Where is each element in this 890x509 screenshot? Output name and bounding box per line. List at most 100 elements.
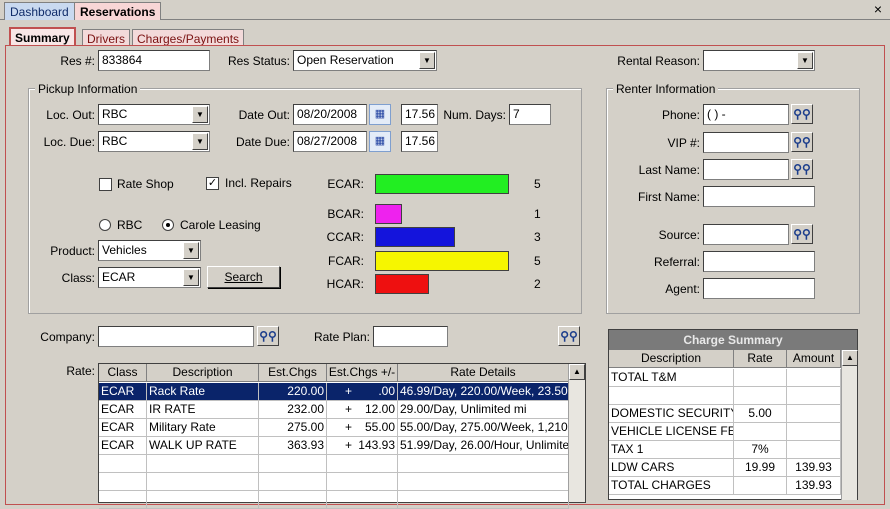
table-cell: 51.99/Day, 26.00/Hour, Unlimite — [398, 437, 569, 455]
agent-label: Agent: — [665, 282, 700, 296]
table-cell: 7% — [734, 441, 787, 459]
table-row[interactable]: ECAR IR RATE 232.00 +12.00 29.00/Day, Unlimi… — [99, 401, 569, 419]
charge-summary-scrollbar[interactable]: ▲ — [841, 350, 858, 500]
referral-field[interactable] — [703, 251, 815, 272]
table-cell: 220.00 — [259, 383, 327, 401]
table-row[interactable] — [99, 455, 569, 473]
rates-scrollbar[interactable]: ▲ — [568, 364, 585, 502]
table-row[interactable]: TOTAL T&M — [609, 369, 841, 387]
num-days-label: Num. Days: — [443, 108, 506, 122]
date-due-field[interactable]: 08/27/2008 — [293, 131, 367, 152]
chart-category-label: CCAR: — [326, 230, 364, 244]
class-select[interactable]: ECAR ▼ — [98, 267, 201, 288]
tab-reservations[interactable]: Reservations — [74, 2, 162, 20]
phone-field[interactable]: ( ) - — [703, 104, 789, 125]
radio-carole-leasing[interactable] — [162, 219, 174, 231]
table-row[interactable]: DOMESTIC SECURITY 5.00 — [609, 405, 841, 423]
chevron-down-icon[interactable]: ▼ — [183, 269, 199, 286]
table-cell: 29.00/Day, Unlimited mi — [398, 401, 569, 419]
column-header[interactable]: Amount — [787, 350, 841, 368]
last-name-field[interactable] — [703, 159, 789, 180]
chart-category-label: FCAR: — [328, 254, 364, 268]
product-value: Vehicles — [102, 243, 147, 257]
table-row[interactable]: TOTAL CHARGES 139.93 — [609, 477, 841, 495]
column-header[interactable]: Rate — [734, 350, 787, 368]
agent-field[interactable] — [703, 278, 815, 299]
table-cell — [609, 387, 734, 405]
res-status-value: Open Reservation — [297, 53, 394, 67]
loc-out-select[interactable]: RBC ▼ — [98, 104, 210, 125]
table-row[interactable] — [99, 491, 569, 509]
time-out-field[interactable]: 17.56 — [401, 104, 438, 125]
binoculars-icon[interactable]: ⚲⚲ — [791, 159, 813, 179]
chart-bar — [375, 204, 402, 224]
table-cell — [734, 369, 787, 387]
binoculars-icon[interactable]: ⚲⚲ — [257, 326, 279, 346]
chevron-down-icon[interactable]: ▼ — [183, 242, 199, 259]
column-header[interactable]: Rate Details — [398, 364, 569, 382]
incl-repairs-checkbox[interactable]: ✓ — [206, 177, 219, 190]
tab-summary[interactable]: Summary — [9, 27, 76, 47]
calendar-icon[interactable]: ▦ — [369, 131, 391, 152]
chevron-down-icon[interactable]: ▼ — [192, 106, 208, 123]
column-header[interactable]: Est.Chgs — [259, 364, 327, 382]
table-row[interactable]: LDW CARS 19.99 139.93 — [609, 459, 841, 477]
company-field[interactable] — [98, 326, 254, 347]
close-icon[interactable]: × — [874, 1, 882, 17]
first-name-field[interactable] — [703, 186, 815, 207]
scroll-up-icon[interactable]: ▲ — [842, 350, 858, 366]
tab-dashboard[interactable]: Dashboard — [4, 2, 75, 20]
table-row[interactable]: VEHICLE LICENSE FEE — [609, 423, 841, 441]
table-cell: 19.99 — [734, 459, 787, 477]
table-cell: 363.93 — [259, 437, 327, 455]
chevron-down-icon[interactable]: ▼ — [419, 52, 435, 69]
rental-reason-select[interactable]: ▼ — [703, 50, 815, 71]
date-out-field[interactable]: 08/20/2008 — [293, 104, 367, 125]
chart-bar — [375, 227, 455, 247]
table-row[interactable] — [609, 387, 841, 405]
table-row[interactable] — [99, 473, 569, 491]
column-header[interactable]: Class — [99, 364, 147, 382]
table-row[interactable]: ECAR WALK UP RATE 363.93 +143.93 51.99/Day, … — [99, 437, 569, 455]
phone-label: Phone: — [661, 108, 700, 122]
vip-field[interactable] — [703, 132, 789, 153]
charge-summary-body: TOTAL T&M DOMESTIC SECURITY 5.00 VEHICLE LI… — [609, 369, 841, 495]
column-header[interactable]: Description — [609, 350, 734, 368]
scroll-up-icon[interactable]: ▲ — [569, 364, 585, 380]
source-field[interactable] — [703, 224, 789, 245]
table-cell — [99, 455, 147, 473]
column-header[interactable]: Description — [147, 364, 259, 382]
rates-grid[interactable]: Class Description Est.Chgs Est.Chgs +/- … — [98, 363, 586, 509]
table-row[interactable]: ECAR Military Rate 275.00 +55.00 55.00/Day, … — [99, 419, 569, 437]
res-number-field[interactable]: 833864 — [98, 50, 210, 71]
product-select[interactable]: Vehicles ▼ — [98, 240, 201, 261]
chart-category-label: BCAR: — [327, 207, 364, 221]
loc-out-value: RBC — [102, 107, 128, 121]
table-row[interactable]: ECAR Rack Rate 220.00 + .00 46.99/Day, 220.00… — [99, 383, 569, 401]
rental-reason-label: Rental Reason: — [617, 54, 700, 68]
calendar-icon[interactable]: ▦ — [369, 104, 391, 125]
binoculars-icon[interactable]: ⚲⚲ — [558, 326, 580, 346]
res-status-label: Res Status: — [227, 54, 290, 68]
time-due-field[interactable]: 17.56 — [401, 131, 438, 152]
charge-summary-grid[interactable]: Charge Summary Description Rate Amount T… — [608, 329, 858, 500]
binoculars-icon[interactable]: ⚲⚲ — [791, 104, 813, 124]
column-header[interactable]: Est.Chgs +/- — [327, 364, 398, 382]
search-button[interactable]: Search — [207, 266, 280, 288]
table-cell: VEHICLE LICENSE FEE — [609, 423, 734, 441]
chevron-down-icon[interactable]: ▼ — [192, 133, 208, 150]
loc-due-select[interactable]: RBC ▼ — [98, 131, 210, 152]
pickup-group-title: Pickup Information — [35, 82, 141, 96]
binoculars-icon[interactable]: ⚲⚲ — [791, 224, 813, 244]
radio-rbc[interactable] — [99, 219, 111, 231]
incl-repairs-label: Incl. Repairs — [225, 176, 292, 190]
sign-text: + — [345, 402, 353, 416]
rate-plan-field[interactable] — [373, 326, 448, 347]
table-row[interactable]: TAX 1 7% — [609, 441, 841, 459]
res-status-select[interactable]: Open Reservation ▼ — [293, 50, 437, 71]
num-days-field[interactable]: 7 — [509, 104, 551, 125]
chevron-down-icon[interactable]: ▼ — [797, 52, 813, 69]
binoculars-icon[interactable]: ⚲⚲ — [791, 132, 813, 152]
chart-value-label: 1 — [534, 207, 541, 221]
rate-shop-checkbox[interactable] — [99, 178, 112, 191]
